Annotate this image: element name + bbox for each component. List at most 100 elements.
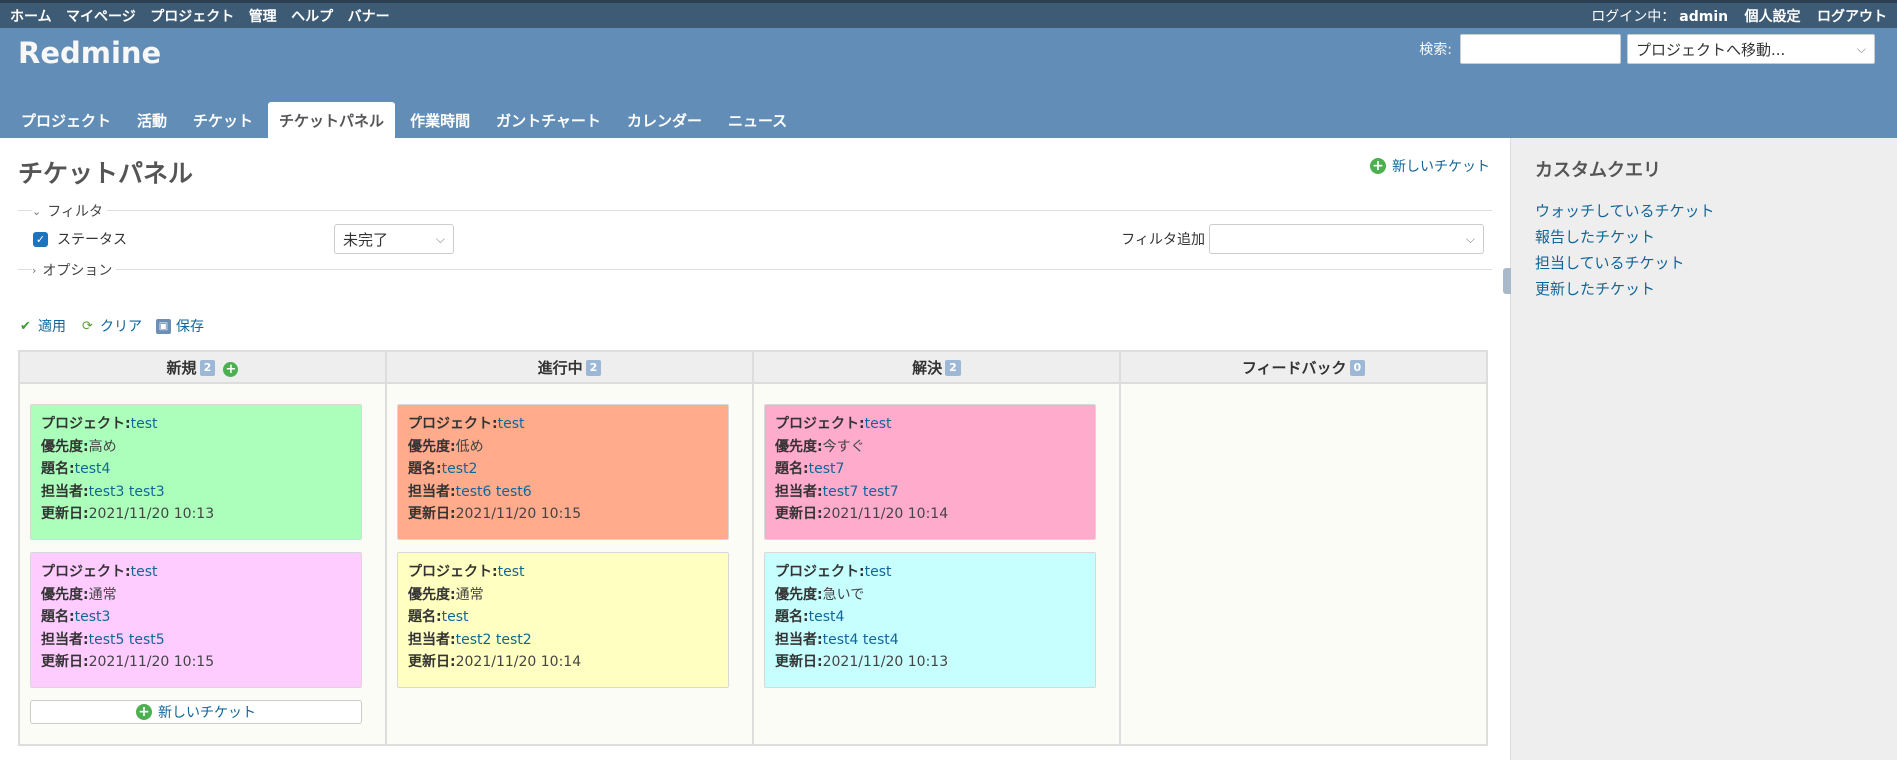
card-field-label: プロジェクト: — [775, 416, 865, 432]
column-header-resolved: 解決 2 — [752, 350, 1121, 384]
card-field-value[interactable]: test — [865, 564, 892, 580]
filters-legend[interactable]: ⌄ フィルタ — [32, 201, 107, 221]
issue-card[interactable]: プロジェクト:test 優先度:急いで 題名:test4 担当者:test4 test… — [764, 552, 1096, 688]
column-header-feedback: フィードバック 0 — [1119, 350, 1488, 384]
tab-projects[interactable]: プロジェクト — [10, 102, 122, 138]
card-field-subject: 題名:test4 — [775, 606, 1085, 629]
save-button-label[interactable]: 保存 — [176, 316, 204, 336]
card-field-value[interactable]: test5 test5 — [89, 632, 165, 648]
top-menu-banner[interactable]: バナー — [348, 9, 390, 25]
tab-issues[interactable]: チケット — [182, 102, 264, 138]
card-field-value[interactable]: test6 test6 — [456, 484, 532, 500]
status-operator-select[interactable]: 未完了 ⌵ — [334, 224, 454, 254]
card-field-priority: 優先度:通常 — [408, 584, 718, 607]
new-issue-link[interactable]: + 新しいチケット — [1370, 156, 1490, 176]
card-field-value[interactable]: test7 test7 — [823, 484, 899, 500]
clear-button[interactable]: ⟳ クリア — [80, 316, 142, 336]
tab-news[interactable]: ニュース — [717, 102, 798, 138]
card-field-label: 優先度: — [775, 438, 823, 455]
tab-calendar[interactable]: カレンダー — [616, 102, 713, 138]
card-field-priority: 優先度:高め — [41, 436, 351, 459]
column-count: 0 — [1349, 360, 1366, 376]
card-field-value[interactable]: test7 — [809, 461, 845, 477]
card-field-value[interactable]: test — [131, 564, 158, 580]
card-field-value[interactable]: test — [498, 416, 525, 432]
card-field-priority: 優先度:急いで — [775, 584, 1085, 607]
site-title[interactable]: Redmine — [18, 36, 161, 70]
card-field-value[interactable]: test3 — [75, 609, 111, 625]
logout-link[interactable]: ログアウト — [1817, 9, 1887, 25]
card-field-value: 高め — [88, 438, 117, 455]
issue-card[interactable]: プロジェクト:test 優先度:今すぐ 題名:test7 担当者:test7 test… — [764, 404, 1096, 540]
column-title: フィードバック — [1241, 358, 1347, 377]
column-header-new: 新規 2 + — [18, 350, 387, 384]
card-field-value[interactable]: test3 test3 — [89, 484, 165, 500]
issue-card[interactable]: プロジェクト:test 優先度:高め 題名:test4 担当者:test3 test3… — [30, 404, 362, 540]
card-field-label: 題名: — [41, 609, 75, 625]
options-legend[interactable]: › オプション — [32, 260, 117, 280]
card-field-value[interactable]: test — [865, 416, 892, 432]
top-menu-my-page[interactable]: マイページ — [66, 9, 136, 25]
tab-time-entries[interactable]: 作業時間 — [399, 102, 481, 138]
save-button[interactable]: ▣ 保存 — [156, 316, 204, 336]
sidebar-link[interactable]: 報告したチケット — [1535, 228, 1655, 246]
status-filter-label: ステータス — [57, 232, 127, 248]
card-field-label: 題名: — [775, 609, 809, 625]
card-field-value[interactable]: test4 — [75, 461, 111, 477]
apply-button[interactable]: ✔ 適用 — [18, 316, 66, 336]
top-menu-home[interactable]: ホーム — [10, 9, 52, 25]
card-field-value[interactable]: test2 test2 — [456, 632, 532, 648]
sidebar-title: カスタムクエリ — [1535, 160, 1661, 181]
sidebar-toggle-handle[interactable] — [1503, 268, 1511, 294]
add-icon[interactable]: + — [223, 361, 239, 377]
card-field-assignee: 担当者:test2 test2 — [408, 629, 718, 652]
reload-icon: ⟳ — [82, 318, 93, 334]
chevron-down-icon: ⌵ — [1465, 231, 1475, 246]
my-account-link[interactable]: 個人設定 — [1745, 9, 1801, 25]
card-field-value[interactable]: test4 test4 — [823, 632, 899, 648]
top-menu-projects[interactable]: プロジェクト — [150, 9, 234, 25]
sidebar-link[interactable]: 担当しているチケット — [1535, 254, 1685, 272]
card-field-value[interactable]: test — [131, 416, 158, 432]
card-field-subject: 題名:test4 — [41, 458, 351, 481]
tab-issue-panel[interactable]: チケットパネル — [268, 102, 396, 138]
card-field-label: プロジェクト: — [41, 416, 131, 432]
search-input[interactable] — [1460, 34, 1621, 64]
card-field-label: 更新日: — [41, 506, 89, 522]
card-field-value[interactable]: test4 — [809, 609, 845, 625]
status-filter-checkbox[interactable]: ✓ — [33, 231, 48, 247]
top-menu-help[interactable]: ヘルプ — [291, 9, 333, 25]
top-menu: ホーム マイページ プロジェクト 管理 ヘルプ バナー ログイン中： admin … — [0, 0, 1897, 28]
issue-card[interactable]: プロジェクト:test 優先度:通常 題名:test 担当者:test2 test2 更… — [397, 552, 729, 688]
sidebar-link[interactable]: ウォッチしているチケット — [1535, 202, 1715, 220]
column-header-in-progress: 進行中 2 — [385, 350, 754, 384]
column-count: 2 — [945, 360, 961, 376]
new-ticket-button[interactable]: + 新しいチケット — [30, 700, 362, 724]
card-field-assignee: 担当者:test7 test7 — [775, 481, 1085, 504]
clear-button-label[interactable]: クリア — [100, 316, 142, 336]
card-field-value[interactable]: test — [498, 564, 525, 580]
top-menu-admin[interactable]: 管理 — [249, 9, 277, 25]
card-field-subject: 題名:test3 — [41, 606, 351, 629]
card-field-value[interactable]: test2 — [442, 461, 478, 477]
add-icon: + — [1370, 158, 1386, 174]
apply-button-label[interactable]: 適用 — [38, 316, 66, 336]
new-issue-link-text[interactable]: 新しいチケット — [1392, 156, 1490, 176]
sidebar-item-watched: ウォッチしているチケット — [1535, 200, 1873, 221]
add-filter-select[interactable]: ⌵ — [1209, 224, 1484, 254]
issue-card[interactable]: プロジェクト:test 優先度:通常 題名:test3 担当者:test5 test5… — [30, 552, 362, 688]
page-title: チケットパネル — [18, 159, 194, 188]
card-field-value: 低め — [455, 438, 484, 455]
quick-search: 検索: プロジェクトへ移動... ⌵ — [1419, 34, 1875, 64]
sidebar-link[interactable]: 更新したチケット — [1535, 280, 1655, 298]
card-field-label: 優先度: — [775, 586, 823, 603]
issue-card[interactable]: プロジェクト:test 優先度:低め 題名:test2 担当者:test6 test6… — [397, 404, 729, 540]
project-jump-select[interactable]: プロジェクトへ移動... ⌵ — [1627, 34, 1875, 64]
header: Redmine 検索: プロジェクトへ移動... ⌵ プロジェクト 活動 チケッ… — [0, 28, 1897, 138]
card-field-value[interactable]: test — [442, 609, 469, 625]
column-count: 2 — [585, 360, 602, 376]
tab-activity[interactable]: 活動 — [126, 102, 178, 138]
column-title: 新規 — [166, 358, 197, 377]
logged-user[interactable]: admin — [1679, 9, 1728, 25]
tab-gantt[interactable]: ガントチャート — [485, 102, 612, 138]
